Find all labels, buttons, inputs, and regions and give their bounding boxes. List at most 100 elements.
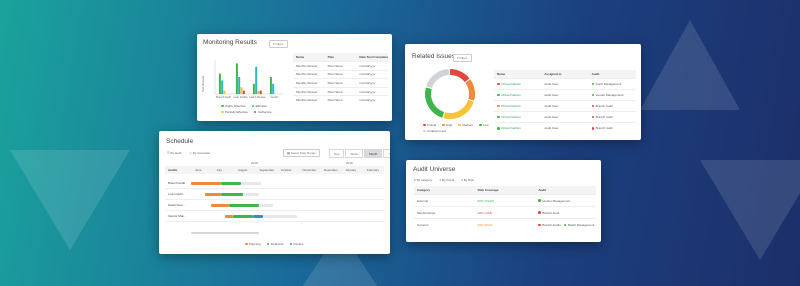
background-triangle bbox=[700, 160, 800, 260]
month-label: February bbox=[367, 168, 380, 172]
donut-slice[interactable] bbox=[465, 79, 475, 101]
audit-item[interactable]: Match Management bbox=[563, 223, 594, 227]
review-name-link[interactable]: Monthly Review bbox=[293, 86, 325, 96]
view-tab-week[interactable]: Week bbox=[345, 149, 363, 158]
schedule-row-label[interactable]: Branch Audit bbox=[168, 181, 185, 185]
bar[interactable] bbox=[218, 73, 221, 94]
issue-name-link[interactable]: Virtual Fashion bbox=[501, 82, 521, 86]
review-name-link[interactable]: Monthly Review bbox=[293, 95, 325, 105]
schedule-row-label[interactable]: Vendor Man... bbox=[168, 214, 187, 218]
plan-name: Plan Name bbox=[324, 95, 357, 105]
donut-slice[interactable] bbox=[426, 69, 450, 89]
related-column-header[interactable]: Audit bbox=[588, 70, 636, 79]
audit-item[interactable]: Vendor Management bbox=[538, 199, 570, 203]
table-row[interactable]: Monthly Review Plan Name mm/dd/yyyy bbox=[293, 69, 388, 79]
gantt-bar[interactable] bbox=[191, 181, 221, 185]
bar[interactable] bbox=[240, 87, 243, 94]
issue-name-cell[interactable]: Virtual Fashion bbox=[494, 89, 542, 101]
bar[interactable] bbox=[269, 77, 272, 94]
table-row[interactable]: Monthly Review Plan Name mm/dd/yyyy bbox=[293, 95, 388, 105]
schedule-row-label[interactable]: Loan Facili... bbox=[168, 192, 185, 196]
date-completed: mm/dd/yyyy bbox=[356, 86, 388, 96]
issue-name-link[interactable]: Virtual Fashion bbox=[501, 104, 521, 108]
table-row[interactable]: Memberships 20% (1/18) Branch Audit bbox=[414, 206, 596, 219]
issue-name-link[interactable]: Virtual Fashion bbox=[501, 115, 521, 119]
select-date-range-button[interactable]: ▦ Select Date Range bbox=[283, 149, 320, 157]
universe-filter-0[interactable]: ≡ By category bbox=[414, 178, 432, 182]
risk-coverage: 80% (6/100) bbox=[474, 194, 536, 207]
date-completed: mm/dd/yyyy bbox=[356, 69, 388, 79]
view-tab-year[interactable]: Year bbox=[383, 149, 390, 158]
universe-column-header[interactable]: Risk Coverage bbox=[474, 186, 536, 195]
legend-label: Low bbox=[483, 123, 489, 127]
table-row[interactable]: External 80% (6/100) Vendor Management bbox=[414, 194, 596, 207]
issue-name-link[interactable]: Virtual Fashion bbox=[501, 126, 521, 130]
schedule-row-label[interactable]: Hatch Revi... bbox=[168, 203, 185, 207]
gantt-bar[interactable] bbox=[263, 214, 297, 218]
table-row[interactable]: Monthly Review Plan Name mm/dd/yyyy bbox=[293, 78, 388, 88]
gantt-bar[interactable] bbox=[233, 214, 253, 218]
issue-name-cell[interactable]: Virtual Fashion bbox=[494, 100, 542, 112]
issue-name-link[interactable]: Virtual Fashion bbox=[501, 93, 521, 97]
gantt-bar[interactable] bbox=[211, 203, 229, 207]
schedule-row-divider bbox=[165, 199, 384, 200]
donut-slice[interactable] bbox=[425, 87, 445, 118]
monitoring-filter-button[interactable]: ▾ Filters bbox=[269, 40, 288, 48]
related-column-header[interactable]: Assigned to bbox=[541, 70, 589, 79]
bar[interactable] bbox=[257, 90, 260, 94]
donut-slice[interactable] bbox=[449, 69, 470, 83]
universe-filter-1[interactable]: ≡ By Fiscal bbox=[439, 178, 454, 182]
table-row[interactable]: Virtual Fashion Audit User Branch Audit bbox=[494, 122, 636, 134]
gantt-bar[interactable] bbox=[241, 181, 261, 185]
gantt-bar[interactable] bbox=[243, 192, 259, 196]
bar[interactable] bbox=[235, 63, 238, 94]
table-row[interactable]: Virtual Fashion Audit User Branch Audit bbox=[494, 111, 636, 123]
monitoring-column-header[interactable]: Plan bbox=[324, 53, 357, 62]
view-tab-day[interactable]: Day bbox=[329, 149, 345, 158]
table-row[interactable]: Virtual Fashion Audit User Vendor Manageme… bbox=[494, 89, 636, 101]
universe-filter-2[interactable]: ≡ By Risk bbox=[461, 178, 474, 182]
issue-name-cell[interactable]: Virtual Fashion bbox=[494, 78, 542, 90]
issue-name-cell[interactable]: Virtual Fashion bbox=[494, 122, 542, 134]
issue-name-cell[interactable]: Virtual Fashion bbox=[494, 111, 542, 123]
bar[interactable] bbox=[221, 80, 224, 94]
table-row[interactable]: Monthly Review Plan Name mm/dd/yyyy bbox=[293, 86, 388, 96]
table-row[interactable]: Virtual Fashion Audit User Branch Audit bbox=[494, 100, 636, 112]
gantt-bar[interactable] bbox=[221, 192, 243, 196]
bar[interactable] bbox=[272, 83, 275, 94]
table-row[interactable]: Systems 60% (6/10) Branch Audits Match Mana… bbox=[414, 218, 596, 231]
review-name-link[interactable]: Monthly Review bbox=[293, 69, 325, 79]
schedule-by-associate-label: By Associate bbox=[192, 151, 211, 155]
audit-item[interactable]: Branch Audit bbox=[538, 211, 559, 215]
bar[interactable] bbox=[242, 90, 245, 94]
universe-column-header[interactable]: Category bbox=[414, 186, 475, 195]
gantt-bar[interactable] bbox=[205, 192, 221, 196]
monitoring-column-header[interactable]: Name bbox=[293, 53, 325, 62]
gantt-bar[interactable] bbox=[259, 203, 273, 207]
audit-item[interactable]: Branch Audits bbox=[538, 223, 561, 227]
gantt-bar[interactable] bbox=[221, 181, 241, 185]
review-name-link[interactable]: Monthly Review bbox=[293, 78, 325, 88]
bar[interactable] bbox=[259, 90, 262, 94]
schedule-scrollbar[interactable] bbox=[191, 232, 259, 234]
gantt-bar[interactable] bbox=[253, 214, 263, 218]
related-filter-button[interactable]: ▾ Filters bbox=[453, 54, 472, 62]
donut-slice[interactable] bbox=[443, 99, 474, 119]
gantt-bar[interactable] bbox=[229, 203, 259, 207]
bar[interactable] bbox=[255, 66, 258, 94]
audit-cell: North Management bbox=[588, 78, 636, 90]
monitoring-column-header[interactable]: Date Test Completed bbox=[356, 53, 388, 62]
schedule-by-audit-button[interactable]: ☰ By audit bbox=[167, 151, 181, 155]
gantt-bar[interactable] bbox=[225, 214, 233, 218]
review-name-link[interactable]: Monthly Review bbox=[293, 61, 325, 71]
table-row[interactable]: Monthly Review Plan Name mm/dd/yyyy bbox=[293, 61, 388, 71]
bar[interactable] bbox=[252, 83, 255, 94]
schedule-by-associate-button[interactable]: ☺ By Associate bbox=[189, 151, 210, 155]
table-row[interactable]: Virtual Fashion Audit User North Managemen… bbox=[494, 78, 636, 90]
bar[interactable] bbox=[238, 77, 241, 94]
view-tab-month[interactable]: Month bbox=[363, 149, 383, 158]
related-column-header[interactable]: Name bbox=[494, 70, 542, 79]
assigned-to: Audit User bbox=[541, 100, 589, 112]
bar[interactable] bbox=[223, 90, 226, 94]
universe-column-header[interactable]: Audit bbox=[535, 186, 596, 195]
